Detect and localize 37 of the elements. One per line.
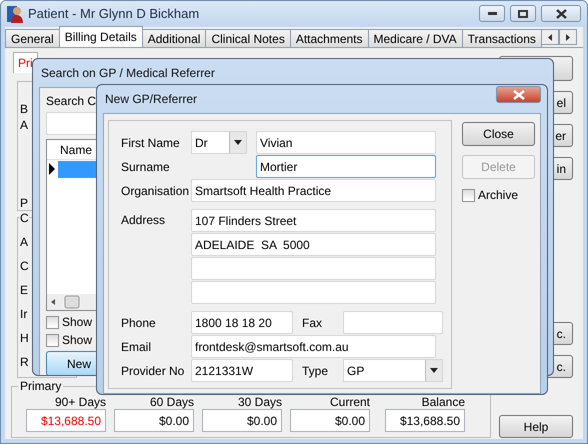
group-legend: Primary [18, 379, 64, 393]
window-title: Patient - Mr Glynn D Bickham [28, 6, 200, 21]
amount-field: $0.00 [202, 409, 282, 432]
field-label: Address [121, 213, 166, 227]
amount-field: $0.00 [114, 409, 194, 432]
checkbox-label: Show [62, 315, 92, 329]
column-label: Balance [422, 395, 465, 409]
field-label: Surname [121, 160, 171, 174]
checkbox-label: Archive [478, 188, 518, 202]
field-label: H [20, 331, 29, 345]
column-label: Current [330, 395, 370, 409]
group-legend: C [20, 211, 29, 225]
field-label: Type [302, 364, 330, 378]
column-header: Name [60, 142, 92, 156]
field-label: P [20, 196, 28, 210]
amount-field: $0.00 [290, 409, 370, 432]
field-label: Email [121, 340, 152, 354]
amount-field: $13,688.50 [385, 409, 465, 432]
field-label: A [20, 235, 28, 249]
field-label: Ir [20, 307, 28, 321]
dialog-title: Search on GP / Medical Referrer [41, 66, 215, 80]
column-label: 90+ Days [54, 395, 106, 409]
field-label: A [20, 118, 28, 132]
field-label: Fax [302, 316, 324, 330]
amount-field: $13,688.50 [26, 409, 106, 432]
field-label: E [20, 283, 28, 297]
column-label: 60 Days [150, 395, 194, 409]
checkbox-label: Show [62, 333, 92, 347]
field-label: Organisation [121, 184, 190, 198]
dialog-title: New GP/Referrer [105, 92, 198, 106]
field-label: B [20, 102, 28, 116]
field-label: R [20, 355, 29, 369]
column-label: 30 Days [238, 395, 282, 409]
field-label: Phone [121, 316, 157, 330]
field-label: First Name [121, 136, 181, 150]
field-label: C [20, 259, 29, 273]
search-label: Search C [46, 94, 96, 108]
